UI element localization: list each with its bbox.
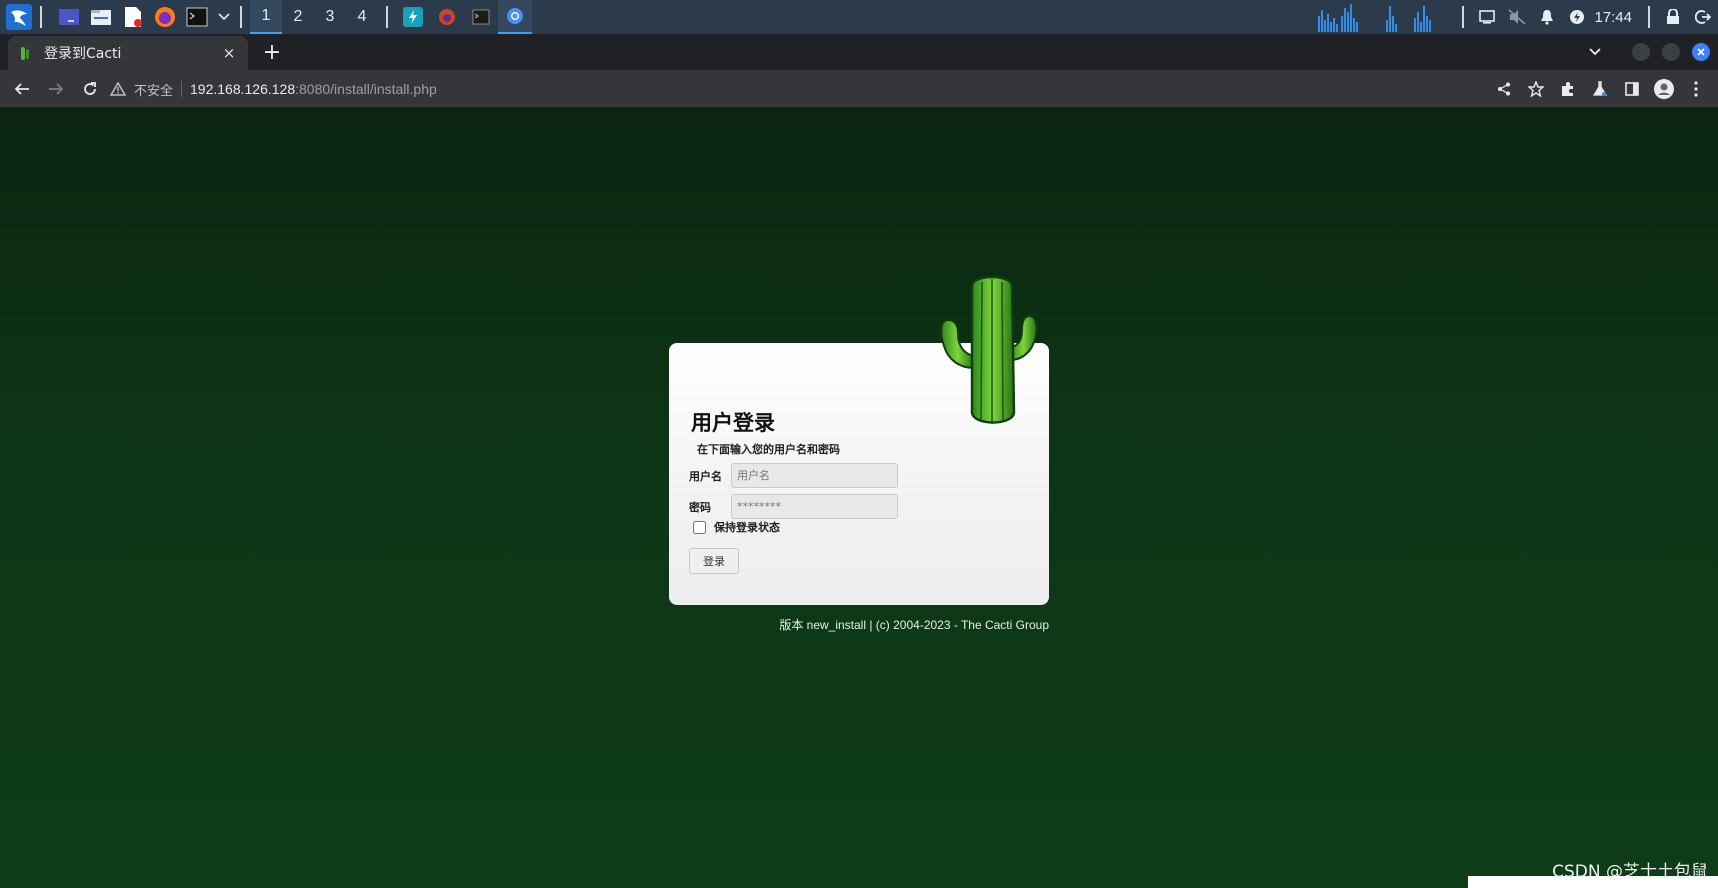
username-input[interactable] bbox=[731, 463, 898, 488]
forward-arrow-icon bbox=[49, 82, 64, 95]
version-footer: 版本 new_install | (c) 2004-2023 - The Cac… bbox=[779, 618, 1049, 632]
url-separator bbox=[181, 81, 183, 97]
browser-toolbar: 不安全 192.168.126.128 :8080/install/instal… bbox=[0, 70, 1718, 108]
taskbar-separator bbox=[386, 6, 388, 28]
login-title: 用户登录 bbox=[691, 411, 775, 435]
tab-search-icon[interactable] bbox=[1582, 40, 1608, 64]
toolbar-actions bbox=[1488, 74, 1712, 104]
back-arrow-icon bbox=[14, 82, 29, 95]
workspace-3[interactable]: 3 bbox=[314, 0, 346, 34]
profile-avatar-icon[interactable] bbox=[1648, 74, 1680, 104]
taskbar-separator bbox=[40, 6, 42, 28]
bell-icon[interactable] bbox=[1532, 0, 1562, 34]
minimize-button[interactable] bbox=[1632, 43, 1650, 61]
insecure-label[interactable]: 不安全 bbox=[134, 80, 173, 99]
close-window-button[interactable] bbox=[1692, 43, 1710, 61]
labs-flask-icon[interactable] bbox=[1584, 74, 1616, 104]
system-tray: 17:44 bbox=[1316, 0, 1718, 34]
close-icon bbox=[1697, 48, 1705, 56]
workspace-4[interactable]: 4 bbox=[346, 0, 378, 34]
back-button[interactable] bbox=[6, 73, 38, 105]
page-content: 用户登录 在下面输入您的用户名和密码 用户名 密码 保持登录状态 登录 版本 bbox=[0, 108, 1718, 888]
logout-icon[interactable] bbox=[1688, 0, 1718, 34]
browser-tabstrip: 登录到Cacti × + bbox=[0, 34, 1718, 70]
app-bolt-icon[interactable] bbox=[396, 0, 430, 34]
remember-label[interactable]: 保持登录状态 bbox=[714, 519, 780, 535]
cacti-logo-icon bbox=[940, 276, 1038, 424]
password-input[interactable] bbox=[731, 494, 898, 519]
password-row: 密码 bbox=[689, 494, 898, 519]
clock[interactable]: 17:44 bbox=[1594, 9, 1632, 26]
warning-icon bbox=[110, 82, 126, 96]
window-controls bbox=[1582, 40, 1710, 64]
remember-checkbox[interactable] bbox=[693, 520, 706, 534]
lock-icon[interactable] bbox=[1658, 0, 1688, 34]
new-tab-button[interactable]: + bbox=[258, 38, 286, 66]
os-taskbar: 1 2 3 4 17:44 bbox=[0, 0, 1718, 34]
reload-icon bbox=[84, 81, 96, 95]
username-row: 用户名 bbox=[689, 463, 898, 488]
side-panel-icon[interactable] bbox=[1616, 74, 1648, 104]
reload-button[interactable] bbox=[74, 73, 106, 105]
tab-close-icon[interactable]: × bbox=[220, 44, 238, 62]
cpu-graph bbox=[1316, 2, 1444, 32]
maximize-button[interactable] bbox=[1662, 43, 1680, 61]
tab-title: 登录到Cacti bbox=[44, 46, 122, 62]
workspace-2[interactable]: 2 bbox=[282, 0, 314, 34]
app-terminal-icon[interactable] bbox=[464, 0, 498, 34]
share-icon[interactable] bbox=[1488, 74, 1520, 104]
kali-menu-icon[interactable] bbox=[6, 4, 32, 30]
app-firefox-icon[interactable] bbox=[430, 0, 464, 34]
mute-icon[interactable] bbox=[1502, 0, 1532, 34]
taskbar-separator bbox=[1462, 6, 1465, 28]
url-path: :8080/install/install.php bbox=[295, 81, 437, 97]
workspace-1[interactable]: 1 bbox=[250, 0, 282, 34]
csdn-watermark: CSDN @芝士土包鼠 bbox=[1552, 862, 1708, 882]
desktop-icon[interactable] bbox=[56, 4, 82, 30]
login-subtitle: 在下面输入您的用户名和密码 bbox=[697, 443, 840, 456]
url-host: 192.168.126.128 bbox=[190, 81, 296, 97]
menu-kebab-icon[interactable] bbox=[1680, 74, 1712, 104]
display-icon[interactable] bbox=[1472, 0, 1502, 34]
dropdown-icon[interactable] bbox=[216, 4, 232, 30]
cacti-favicon-icon bbox=[21, 47, 29, 60]
text-editor-icon[interactable] bbox=[120, 4, 146, 30]
terminal-icon[interactable] bbox=[184, 4, 210, 30]
taskbar-separator bbox=[1648, 6, 1650, 28]
files-icon[interactable] bbox=[88, 4, 114, 30]
tab-cacti-login[interactable]: 登录到Cacti × bbox=[8, 36, 248, 70]
power-icon[interactable] bbox=[1562, 0, 1592, 34]
address-bar[interactable]: 不安全 192.168.126.128 :8080/install/instal… bbox=[110, 74, 1410, 104]
taskbar-separator bbox=[240, 6, 242, 28]
password-label: 密码 bbox=[689, 500, 711, 514]
app-chromium-icon[interactable] bbox=[498, 0, 532, 34]
remember-row: 保持登录状态 bbox=[693, 519, 780, 535]
login-button[interactable]: 登录 bbox=[689, 548, 739, 574]
extensions-icon[interactable] bbox=[1552, 74, 1584, 104]
bookmark-star-icon[interactable] bbox=[1520, 74, 1552, 104]
username-label: 用户名 bbox=[689, 469, 722, 483]
forward-button[interactable] bbox=[40, 73, 72, 105]
firefox-icon[interactable] bbox=[152, 4, 178, 30]
